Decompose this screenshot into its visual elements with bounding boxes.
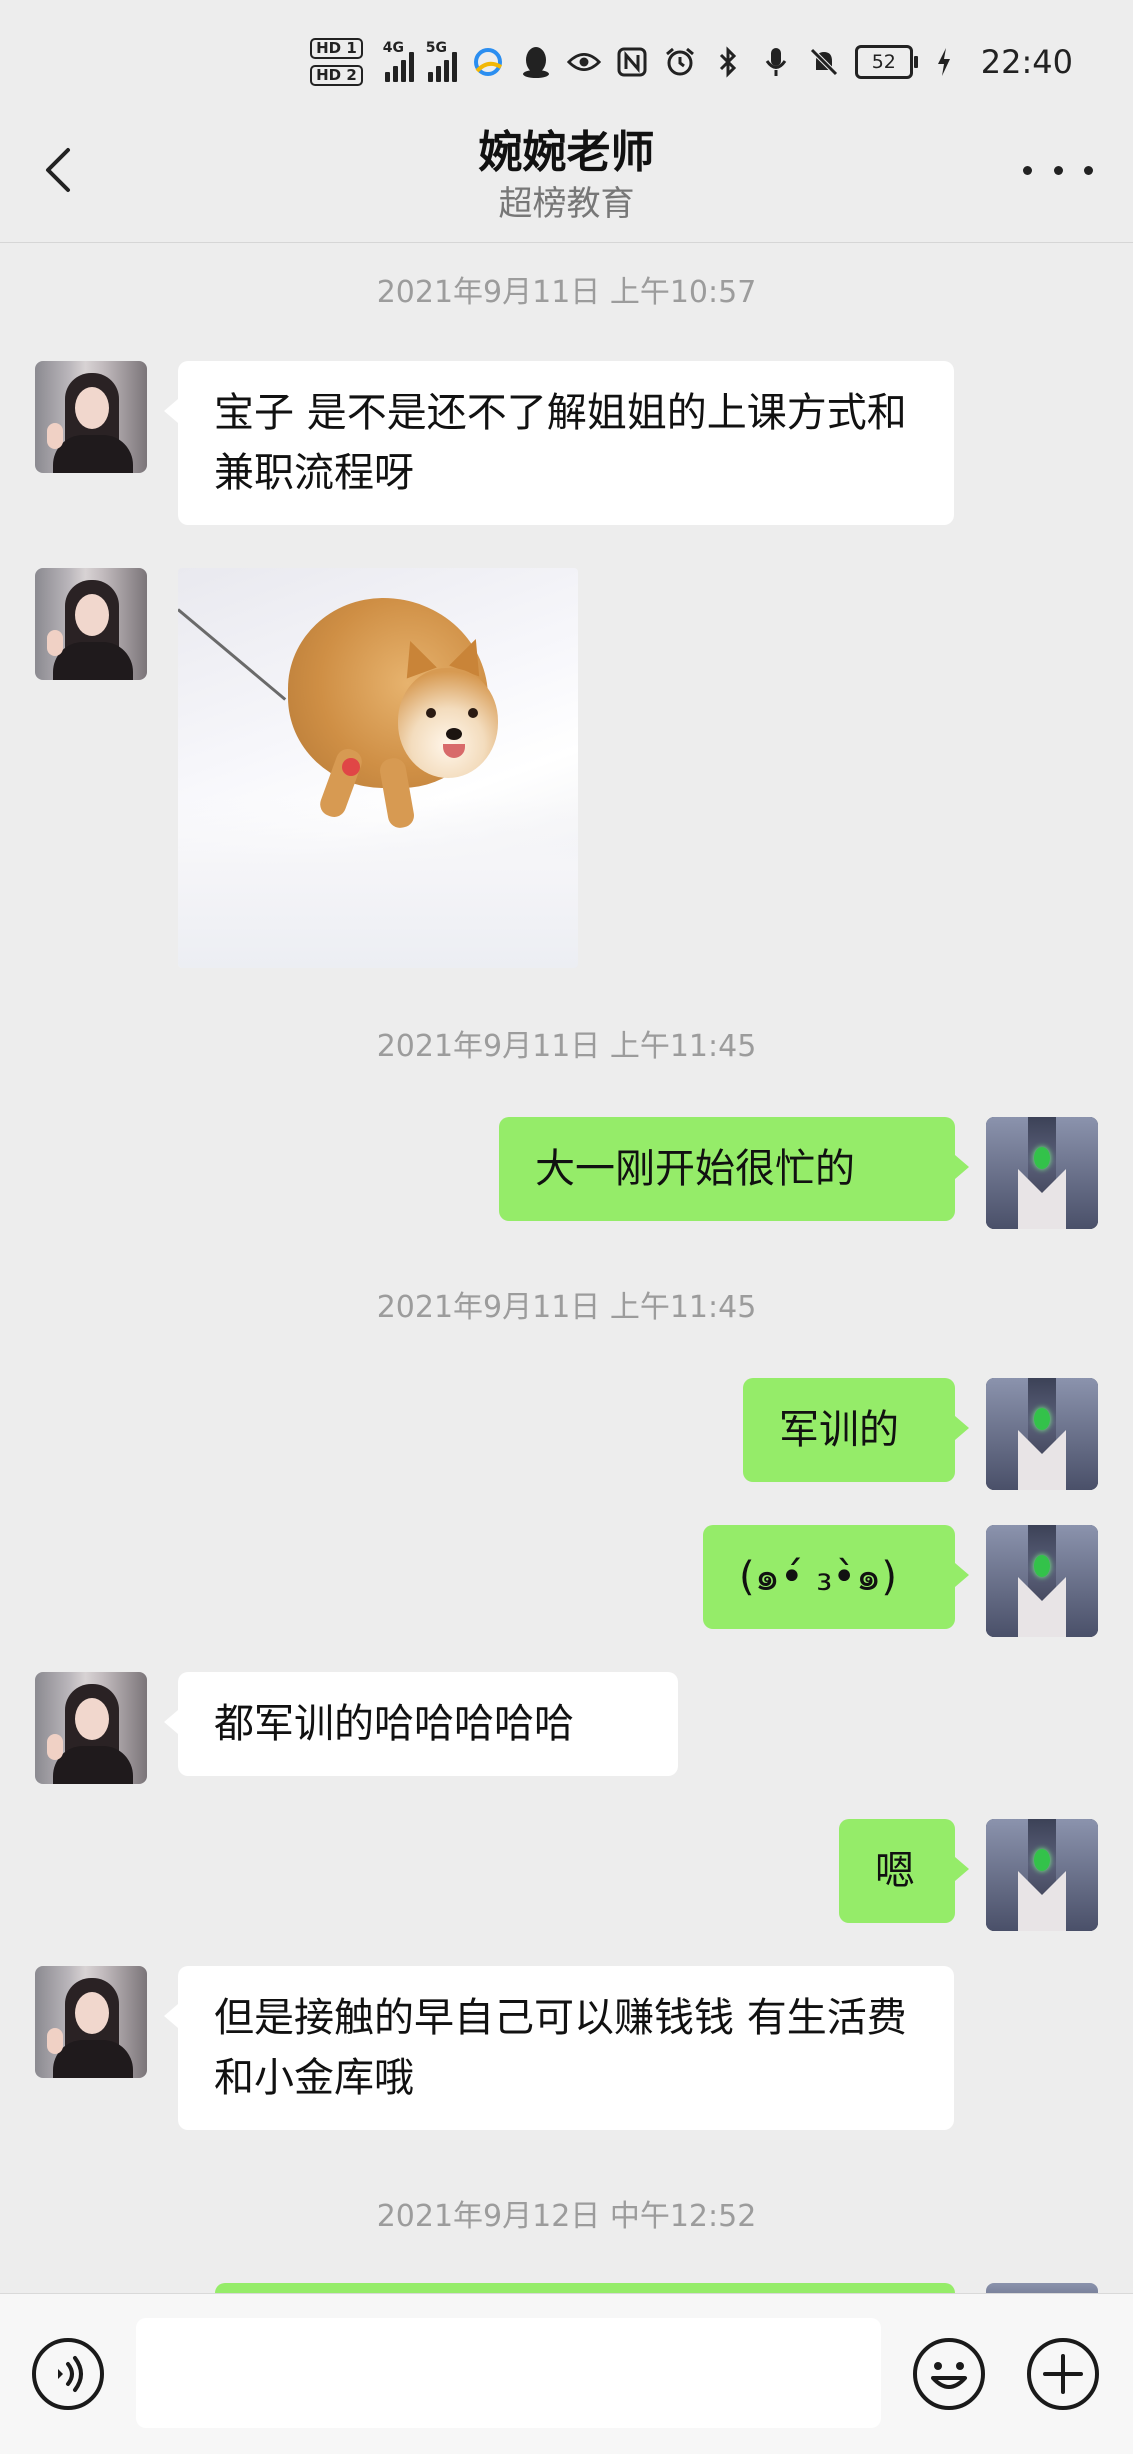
message-bubble-outgoing[interactable]: 军训的 (743, 1378, 969, 1482)
input-bar (0, 2293, 1133, 2454)
status-bar: HD 1 HD 2 4G 5G 52 22:40 (0, 0, 1133, 120)
my-avatar[interactable] (986, 1117, 1098, 1229)
more-functions-button[interactable] (1025, 2336, 1101, 2412)
plus-icon (1027, 2338, 1099, 2410)
message-bubble-outgoing[interactable]: 大一刚开始很忙的 (499, 1117, 969, 1221)
message-bubble-outgoing-partial[interactable] (215, 2283, 955, 2293)
more-dots-icon (1023, 165, 1032, 175)
timestamp: 2021年9月11日 上午11:45 (376, 1290, 757, 1325)
contact-avatar[interactable] (35, 361, 147, 473)
qq-browser-icon (471, 45, 505, 79)
hd1-badge: HD 1 (310, 38, 363, 59)
contact-avatar[interactable] (35, 568, 147, 680)
message-bubble-outgoing[interactable]: 嗯 (839, 1819, 969, 1923)
shiba-inu-image[interactable] (178, 568, 578, 968)
message-bubble-incoming[interactable]: 都军训的哈哈哈哈哈 (164, 1672, 678, 1776)
timestamp: 2021年9月12日 中午12:52 (376, 2199, 757, 2234)
voice-button[interactable] (30, 2336, 106, 2412)
voice-icon (32, 2338, 104, 2410)
mute-icon (807, 45, 841, 79)
timestamp: 2021年9月11日 上午11:45 (376, 1029, 757, 1064)
message-bubble-incoming[interactable]: 但是接触的早自己可以赚钱钱 有生活费 和小金库哦 (164, 1966, 954, 2130)
contact-avatar[interactable] (35, 1672, 147, 1784)
signal-4g-icon: 4G (382, 40, 414, 82)
timestamp: 2021年9月11日 上午10:57 (376, 275, 757, 310)
my-avatar[interactable] (986, 1525, 1098, 1637)
hd-indicators: HD 1 HD 2 (310, 38, 363, 86)
chat-area[interactable]: 2021年9月11日 上午10:57 宝子 是不是还不了解姐姐的上课方式和兼职流… (0, 243, 1133, 2293)
message-bubble-outgoing[interactable]: (๑•́ ₃•̀๑) (703, 1525, 969, 1629)
alarm-icon (663, 45, 697, 79)
my-avatar-partial[interactable] (986, 2283, 1098, 2293)
eye-icon (566, 45, 601, 79)
contact-avatar[interactable] (35, 1966, 147, 2078)
chat-subtitle: 超榜教育 (498, 184, 635, 224)
battery-indicator: 52 (854, 45, 918, 79)
clock: 22:40 (980, 43, 1073, 81)
charging-icon (927, 45, 961, 79)
mic-icon (759, 45, 793, 79)
net-4g-label: 4G (382, 40, 405, 56)
message-bubble-incoming[interactable]: 宝子 是不是还不了解姐姐的上课方式和兼职流程呀 (164, 361, 954, 525)
signal-5g-icon: 5G (425, 40, 457, 82)
more-options-button[interactable] (1023, 150, 1093, 190)
emoji-button[interactable] (911, 2336, 987, 2412)
net-5g-label: 5G (425, 40, 448, 56)
nfc-icon (615, 45, 649, 79)
chat-header: 婉婉老师 超榜教育 (0, 110, 1133, 243)
emoji-icon (913, 2338, 985, 2410)
message-input[interactable] (136, 2318, 881, 2428)
bluetooth-icon (711, 45, 745, 79)
hd2-badge: HD 2 (310, 65, 363, 86)
my-avatar[interactable] (986, 1378, 1098, 1490)
chat-title: 婉婉老师 (478, 127, 655, 178)
qq-icon (519, 45, 553, 79)
my-avatar[interactable] (986, 1819, 1098, 1931)
status-icons: HD 1 HD 2 4G 5G 52 22:40 (310, 32, 1073, 92)
